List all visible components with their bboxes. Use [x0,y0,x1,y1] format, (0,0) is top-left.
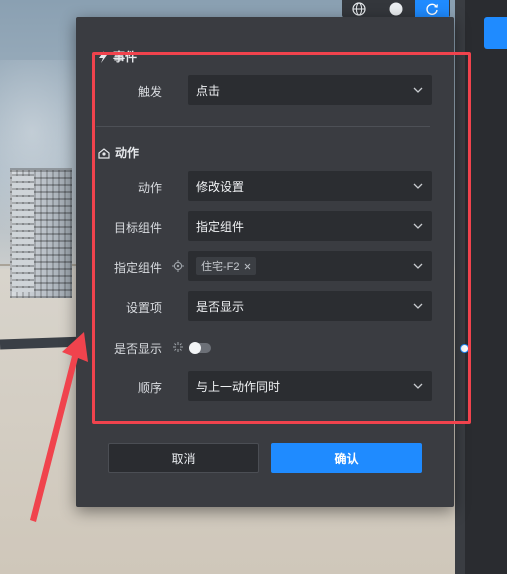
globe-icon [352,2,366,16]
sphere-icon [389,2,403,16]
refresh-button[interactable] [415,0,449,18]
confirm-button[interactable]: 确认 [271,443,422,473]
refresh-icon [426,3,438,15]
side-panel-button[interactable] [484,17,507,49]
building-facade [12,174,34,292]
cancel-button[interactable]: 取消 [108,443,259,473]
view-toolbar [342,0,450,18]
right-side-panel [465,0,507,574]
annotation-highlight-box [92,52,471,424]
road-model [0,336,86,350]
globe-button[interactable] [342,0,376,18]
sphere-button[interactable] [379,0,413,18]
